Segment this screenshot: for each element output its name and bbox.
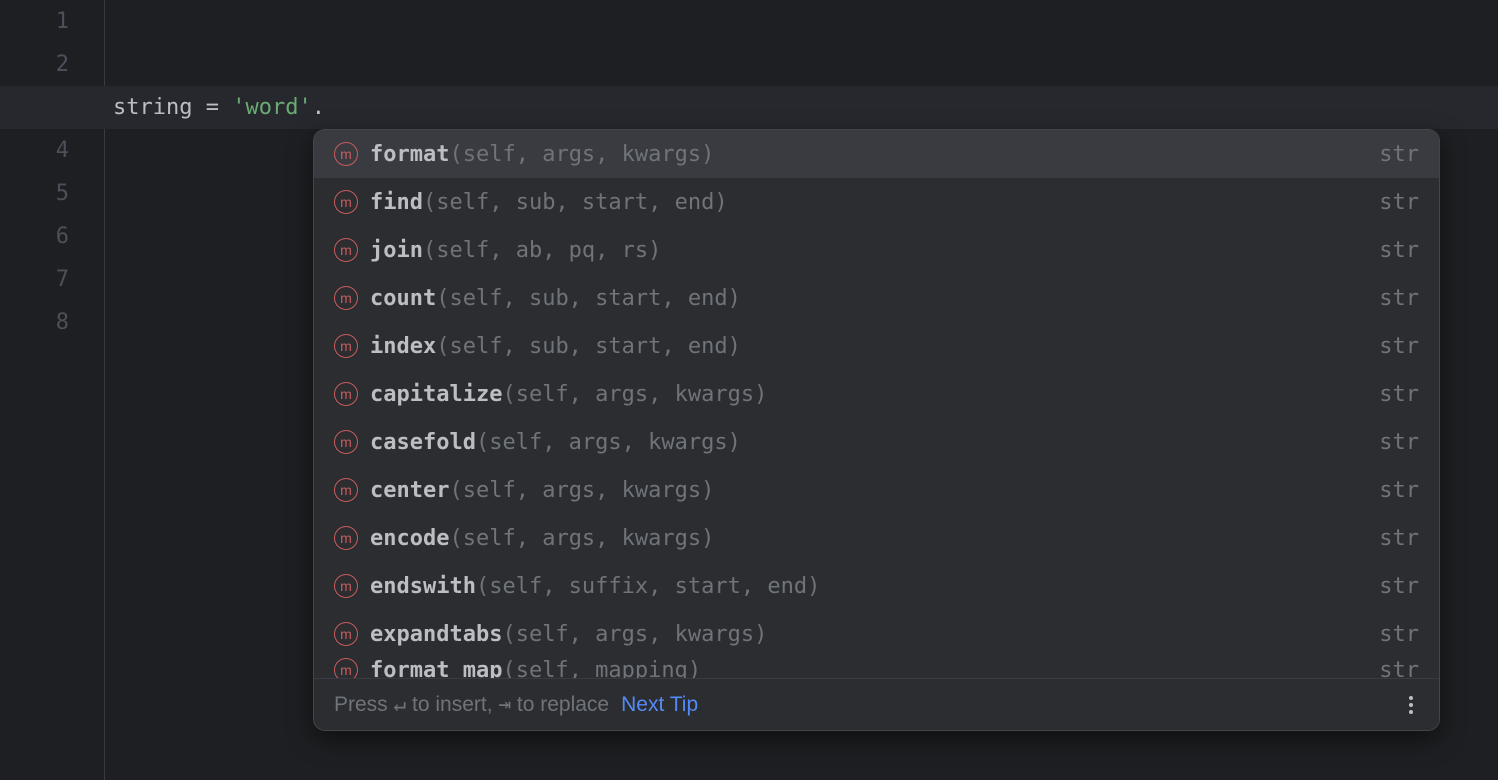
- method-params: (self, sub, start, end): [436, 334, 741, 359]
- method-params: (self, args, kwargs): [449, 142, 714, 167]
- method-name: endswith: [370, 574, 476, 599]
- autocomplete-item-label: format(self, args, kwargs): [370, 142, 1359, 167]
- method-name: expandtabs: [370, 622, 502, 647]
- return-type: str: [1359, 238, 1419, 263]
- method-params: (self, args, kwargs): [449, 478, 714, 503]
- method-name: center: [370, 478, 449, 503]
- line-number: 1: [0, 0, 69, 43]
- autocomplete-item-label: casefold(self, args, kwargs): [370, 430, 1359, 455]
- autocomplete-item[interactable]: mcenter(self, args, kwargs)str: [314, 466, 1439, 514]
- line-number: 4: [0, 129, 69, 172]
- method-icon: m: [334, 430, 358, 454]
- autocomplete-item-label: center(self, args, kwargs): [370, 478, 1359, 503]
- method-params: (self, mapping): [502, 658, 701, 678]
- autocomplete-footer: Press ↵ to insert, ⇥ to replace Next Tip: [314, 678, 1439, 730]
- autocomplete-item-label: count(self, sub, start, end): [370, 286, 1359, 311]
- return-type: str: [1359, 334, 1419, 359]
- autocomplete-item[interactable]: mjoin(self, ab, pq, rs)str: [314, 226, 1439, 274]
- tab-key-icon: ⇥: [498, 692, 511, 716]
- return-type: str: [1359, 658, 1419, 678]
- return-type: str: [1359, 526, 1419, 551]
- method-params: (self, args, kwargs): [502, 382, 767, 407]
- line-number: 6: [0, 215, 69, 258]
- method-name: find: [370, 190, 423, 215]
- autocomplete-item-label: capitalize(self, args, kwargs): [370, 382, 1359, 407]
- code-token-variable: string: [113, 95, 192, 120]
- method-icon: m: [334, 286, 358, 310]
- return-type: str: [1359, 286, 1419, 311]
- autocomplete-item-label: join(self, ab, pq, rs): [370, 238, 1359, 263]
- method-icon: m: [334, 526, 358, 550]
- method-params: (self, sub, start, end): [423, 190, 728, 215]
- autocomplete-item-label: index(self, sub, start, end): [370, 334, 1359, 359]
- code-token-punct: .: [312, 95, 325, 120]
- code-line[interactable]: [113, 43, 1498, 86]
- enter-key-icon: ↵: [394, 692, 407, 716]
- autocomplete-item-label: expandtabs(self, args, kwargs): [370, 622, 1359, 647]
- code-line[interactable]: [113, 0, 1498, 43]
- method-name: format: [370, 142, 449, 167]
- code-token-string: 'word': [232, 95, 311, 120]
- line-number: 8: [0, 301, 69, 344]
- autocomplete-item[interactable]: mexpandtabs(self, args, kwargs)str: [314, 610, 1439, 658]
- method-name: casefold: [370, 430, 476, 455]
- autocomplete-item[interactable]: mindex(self, sub, start, end)str: [314, 322, 1439, 370]
- autocomplete-item-label: endswith(self, suffix, start, end): [370, 574, 1359, 599]
- method-icon: m: [334, 142, 358, 166]
- method-icon: m: [334, 622, 358, 646]
- line-number: 2: [0, 43, 69, 86]
- method-params: (self, args, kwargs): [502, 622, 767, 647]
- method-icon: m: [334, 478, 358, 502]
- autocomplete-item-label: find(self, sub, start, end): [370, 190, 1359, 215]
- method-params: (self, suffix, start, end): [476, 574, 820, 599]
- autocomplete-item[interactable]: mcasefold(self, args, kwargs)str: [314, 418, 1439, 466]
- method-name: format_map: [370, 658, 502, 678]
- code-line[interactable]: string = 'word'.: [113, 86, 1498, 129]
- method-name: count: [370, 286, 436, 311]
- autocomplete-item[interactable]: mendswith(self, suffix, start, end)str: [314, 562, 1439, 610]
- return-type: str: [1359, 574, 1419, 599]
- autocomplete-item[interactable]: mformat(self, args, kwargs)str: [314, 130, 1439, 178]
- method-icon: m: [334, 334, 358, 358]
- more-options-icon[interactable]: [1403, 690, 1419, 720]
- next-tip-link[interactable]: Next Tip: [621, 693, 698, 717]
- method-icon: m: [334, 574, 358, 598]
- autocomplete-item[interactable]: mcapitalize(self, args, kwargs)str: [314, 370, 1439, 418]
- method-name: capitalize: [370, 382, 502, 407]
- method-icon: m: [334, 658, 358, 678]
- autocomplete-item-label: encode(self, args, kwargs): [370, 526, 1359, 551]
- method-name: index: [370, 334, 436, 359]
- return-type: str: [1359, 142, 1419, 167]
- method-icon: m: [334, 382, 358, 406]
- method-icon: m: [334, 190, 358, 214]
- method-icon: m: [334, 238, 358, 262]
- return-type: str: [1359, 478, 1419, 503]
- autocomplete-item[interactable]: mcount(self, sub, start, end)str: [314, 274, 1439, 322]
- method-params: (self, args, kwargs): [449, 526, 714, 551]
- footer-hint-text: Press ↵ to insert, ⇥ to replace: [334, 692, 609, 717]
- code-token-operator: =: [192, 95, 232, 120]
- line-number: 7: [0, 258, 69, 301]
- return-type: str: [1359, 622, 1419, 647]
- method-params: (self, ab, pq, rs): [423, 238, 661, 263]
- autocomplete-item-label: format_map(self, mapping): [370, 658, 1359, 678]
- method-name: encode: [370, 526, 449, 551]
- autocomplete-item[interactable]: mformat_map(self, mapping)str: [314, 658, 1439, 678]
- return-type: str: [1359, 190, 1419, 215]
- autocomplete-item[interactable]: mfind(self, sub, start, end)str: [314, 178, 1439, 226]
- method-params: (self, args, kwargs): [476, 430, 741, 455]
- autocomplete-list[interactable]: mformat(self, args, kwargs)strmfind(self…: [314, 130, 1439, 678]
- method-name: join: [370, 238, 423, 263]
- autocomplete-popup[interactable]: mformat(self, args, kwargs)strmfind(self…: [313, 129, 1440, 731]
- autocomplete-item[interactable]: mencode(self, args, kwargs)str: [314, 514, 1439, 562]
- line-number: 5: [0, 172, 69, 215]
- return-type: str: [1359, 382, 1419, 407]
- return-type: str: [1359, 430, 1419, 455]
- method-params: (self, sub, start, end): [436, 286, 741, 311]
